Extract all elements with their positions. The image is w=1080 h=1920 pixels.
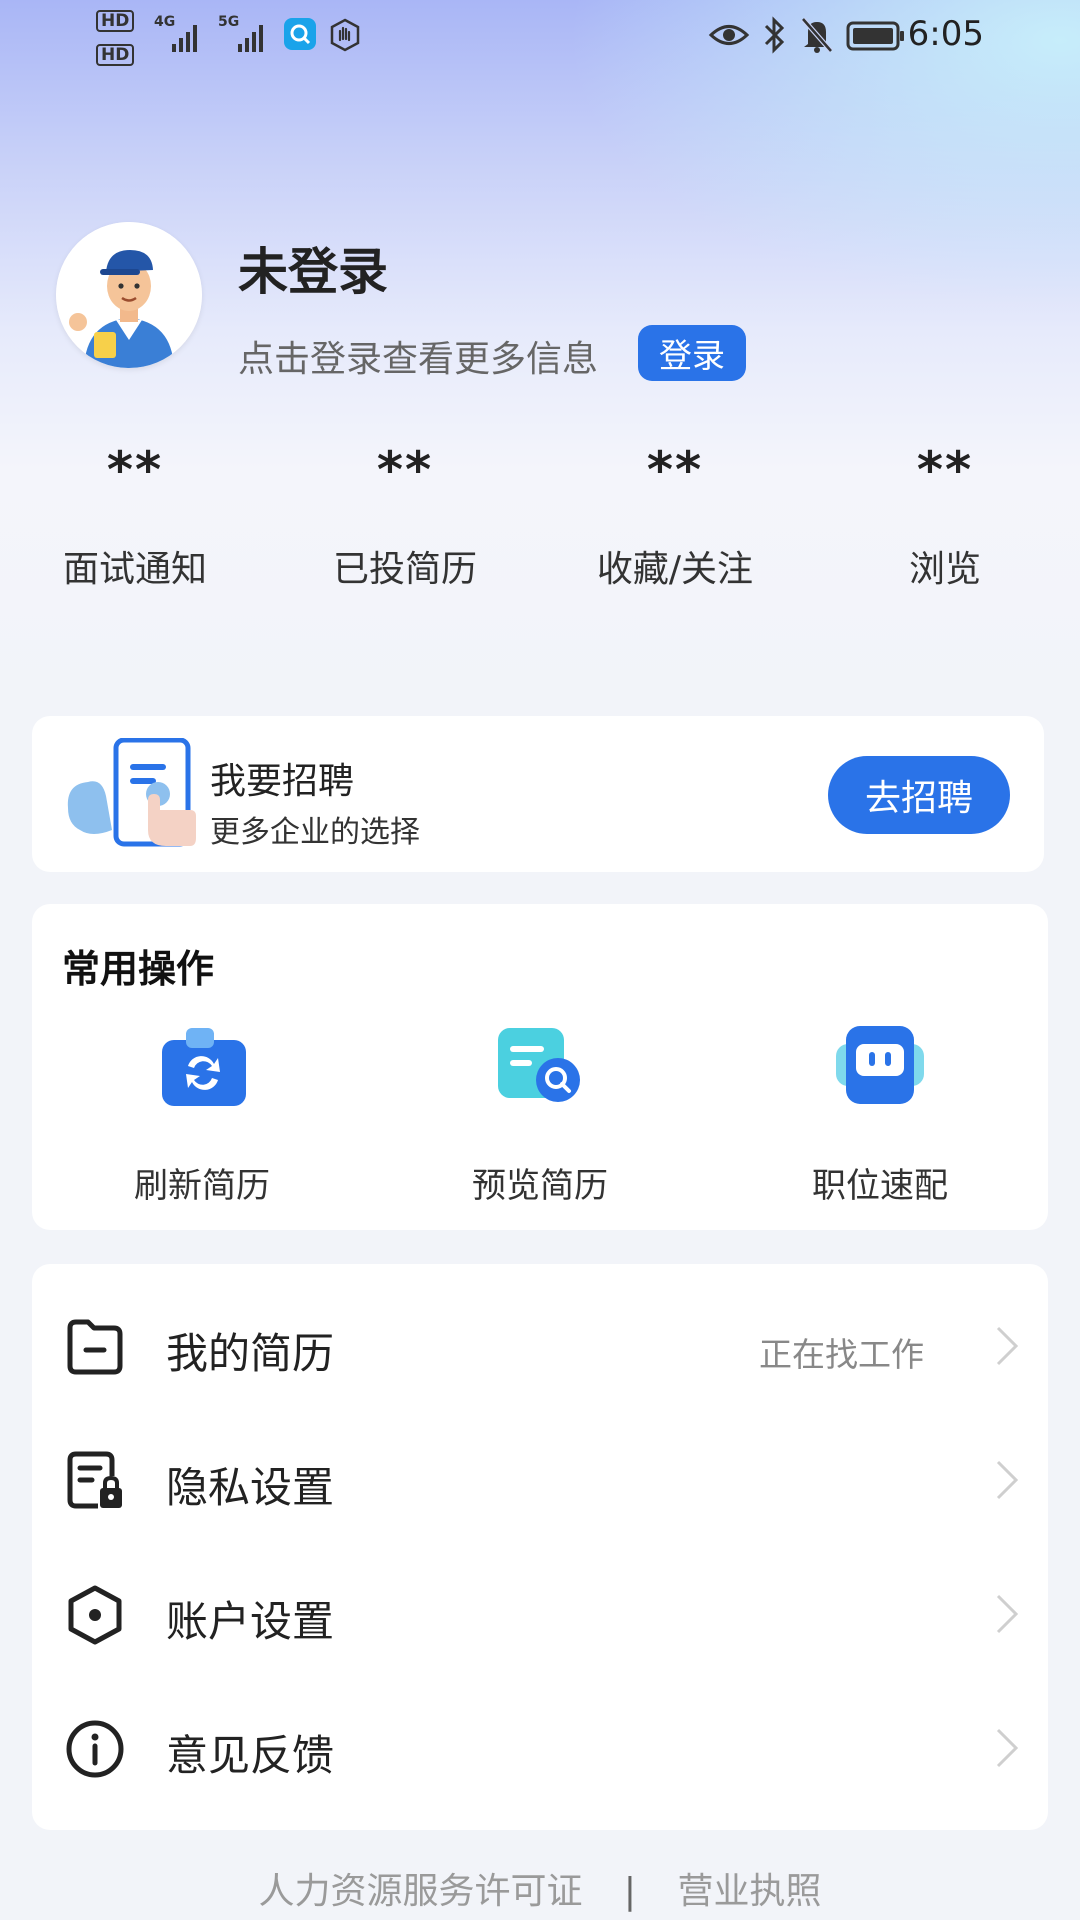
footer: 人力资源服务许可证 | 营业执照 (0, 1862, 1080, 1914)
job-match-icon (832, 1018, 928, 1114)
bluetooth-icon (762, 16, 788, 54)
mute-bell-icon (800, 16, 834, 54)
signal-icon (172, 24, 197, 52)
op-preview-resume[interactable]: 预览简历 (420, 1018, 660, 1207)
hr-license-link[interactable]: 人力资源服务许可证 (258, 1871, 582, 1912)
op-label: 刷新简历 (134, 1166, 270, 1206)
hd-indicator: HD (96, 10, 135, 32)
hd-indicator: HD (96, 44, 135, 66)
privacy-lock-icon (64, 1450, 126, 1512)
common-ops-title: 常用操作 (62, 947, 215, 991)
refresh-resume-icon (154, 1018, 250, 1114)
op-label: 职位速配 (812, 1166, 948, 1206)
stat-label: 浏览 (908, 549, 981, 590)
battery-icon (846, 20, 906, 52)
hexagon-settings-icon (64, 1584, 126, 1646)
signal-icon (238, 24, 263, 52)
menu-label: 隐私设置 (166, 1463, 335, 1512)
status-bar: HD HD 4G 5G 6:05 (0, 0, 1080, 72)
stat-value: ** (916, 441, 974, 499)
menu-label: 我的简历 (166, 1329, 335, 1378)
stat-views[interactable]: ** 浏览 (810, 440, 1080, 592)
recruit-subtitle: 更多企业的选择 (210, 815, 420, 850)
search-app-icon (284, 18, 316, 50)
stat-interview-notice[interactable]: ** 面试通知 (0, 440, 270, 592)
folder-icon (64, 1316, 126, 1378)
stat-label: 面试通知 (62, 549, 207, 590)
menu-label: 账户设置 (166, 1597, 335, 1646)
clock: 6:05 (907, 14, 984, 54)
hand-icon (328, 18, 360, 52)
menu-item-account-settings[interactable]: 账户设置 (32, 1544, 1048, 1678)
recruit-phone-icon (62, 737, 198, 850)
menu-item-my-resume[interactable]: 我的简历 正在找工作 (32, 1276, 1048, 1410)
login-button[interactable]: 登录 (638, 325, 746, 381)
chevron-right-icon (992, 1458, 1022, 1502)
op-job-match[interactable]: 职位速配 (760, 1018, 1000, 1207)
stat-value: ** (106, 441, 164, 499)
stat-favorites[interactable]: ** 收藏/关注 (540, 440, 810, 592)
preview-resume-icon (492, 1018, 588, 1114)
menu-item-privacy-settings[interactable]: 隐私设置 (32, 1410, 1048, 1544)
op-refresh-resume[interactable]: 刷新简历 (82, 1018, 322, 1207)
chevron-right-icon (992, 1592, 1022, 1636)
business-license-link[interactable]: 营业执照 (678, 1871, 822, 1912)
stat-label: 已投简历 (332, 549, 477, 590)
stat-value: ** (376, 441, 434, 499)
username[interactable]: 未登录 (238, 232, 388, 304)
recruit-title: 我要招聘 (210, 761, 355, 802)
stat-submitted-resumes[interactable]: ** 已投简历 (270, 440, 540, 592)
info-icon (64, 1718, 126, 1780)
go-recruit-button[interactable]: 去招聘 (828, 756, 1010, 834)
avatar[interactable] (56, 222, 202, 368)
chevron-right-icon (992, 1324, 1022, 1368)
op-label: 预览简历 (472, 1166, 608, 1206)
stat-value: ** (646, 441, 704, 499)
footer-separator: | (623, 1871, 637, 1912)
menu-item-feedback[interactable]: 意见反馈 (32, 1678, 1048, 1812)
login-hint[interactable]: 点击登录查看更多信息 (238, 330, 598, 382)
chevron-right-icon (992, 1726, 1022, 1770)
stat-label: 收藏/关注 (596, 549, 754, 590)
eye-icon (708, 18, 750, 52)
menu-label: 意见反馈 (166, 1731, 335, 1780)
network-type: 5G (218, 14, 240, 30)
job-status: 正在找工作 (759, 1335, 924, 1374)
